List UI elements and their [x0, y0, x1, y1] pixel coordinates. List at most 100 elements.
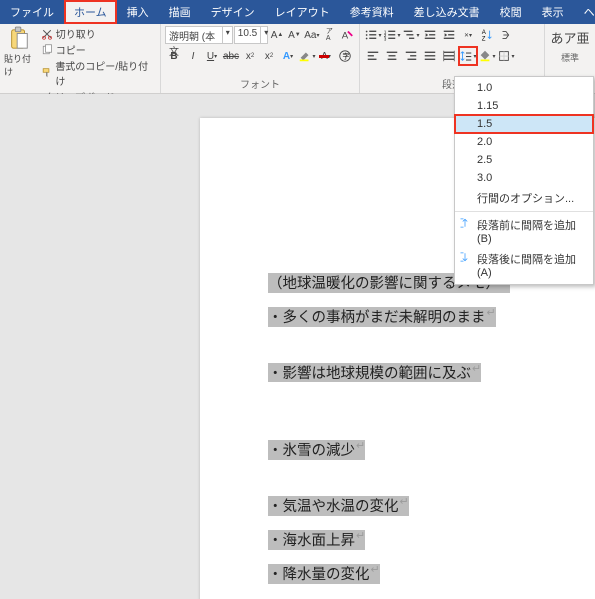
paragraph-mark: ↵ [356, 440, 365, 452]
paragraph-mark: ↵ [487, 307, 496, 319]
cut-button[interactable]: 切り取り [39, 26, 156, 41]
tab-ファイル[interactable]: ファイル [0, 0, 64, 24]
line-spacing-1.5[interactable]: 1.5 [455, 115, 593, 133]
highlight-button[interactable]: ▾ [298, 47, 316, 65]
line-spacing-1.0[interactable]: 1.0 [455, 79, 593, 97]
paste-icon [8, 26, 30, 52]
highlight-icon [298, 49, 312, 63]
enclose-char-button[interactable]: 字 [336, 47, 354, 65]
bold-button[interactable]: B [165, 47, 183, 65]
align-left-button[interactable] [364, 47, 382, 65]
distributed-icon [442, 49, 456, 63]
paragraph-mark: ↵ [371, 564, 380, 576]
distributed-button[interactable] [440, 47, 458, 65]
paragraph-mark: ↵ [472, 363, 481, 375]
document-line[interactable]: ・影響は地球規模の範囲に及ぶ↵ [268, 363, 481, 383]
enclose-char-icon: 字 [338, 49, 352, 63]
clear-formatting-button[interactable]: A [339, 26, 355, 44]
shading-icon [478, 49, 492, 63]
document-line[interactable]: ・氷雪の減少↵ [268, 440, 365, 460]
tab-表示[interactable]: 表示 [532, 0, 574, 24]
line-spacing-menu: 1.01.151.52.02.53.0行間のオプション... 段落前に間隔を追加(… [454, 76, 594, 285]
grow-font-button[interactable]: A▲ [269, 26, 285, 44]
increase-indent-button[interactable] [440, 26, 458, 44]
svg-text:3: 3 [384, 36, 387, 41]
copy-icon [41, 44, 53, 56]
multilevel-list-button[interactable]: ▾ [402, 26, 420, 44]
line-spacing-2.5[interactable]: 2.5 [455, 151, 593, 169]
paste-button[interactable]: 貼り付け [4, 26, 35, 88]
font-size-combo[interactable]: 10.5▾ [234, 26, 268, 44]
borders-button[interactable]: ▾ [497, 47, 515, 65]
decrease-indent-icon [423, 28, 437, 42]
borders-icon [497, 49, 511, 63]
bullets-icon [364, 28, 378, 42]
group-clipboard: 貼り付け 切り取り コピー 書式のコピー/貼り付け クリップボード [0, 24, 161, 93]
group-label-font: フォント [165, 75, 355, 93]
tab-レイアウト[interactable]: レイアウト [265, 0, 340, 24]
format-painter-icon [41, 67, 53, 79]
style-normal[interactable]: あア亜 標準 [549, 26, 591, 64]
font-name-combo[interactable]: 游明朝 (本文▾ [165, 26, 233, 44]
line-spacing-options[interactable]: 行間のオプション... [455, 187, 593, 209]
shading-button[interactable]: ▾ [478, 47, 496, 65]
align-center-button[interactable] [383, 47, 401, 65]
strikethrough-button[interactable]: abc [222, 47, 240, 65]
bullets-button[interactable]: ▾ [364, 26, 382, 44]
group-font: 游明朝 (本文▾ 10.5▾ A▲ A▼ Aa▾ アA A B I U▾ abc… [161, 24, 360, 93]
tab-ホーム[interactable]: ホーム [64, 0, 117, 24]
subscript-button[interactable]: x2 [241, 47, 259, 65]
svg-text:Z: Z [482, 35, 486, 42]
tab-差し込み文書[interactable]: 差し込み文書 [404, 0, 490, 24]
font-color-button[interactable]: A▾ [317, 47, 335, 65]
add-space-after[interactable]: 段落後に間隔を追加(A) [455, 248, 593, 282]
underline-button[interactable]: U▾ [203, 47, 221, 65]
tab-校閲[interactable]: 校閲 [490, 0, 532, 24]
italic-button[interactable]: I [184, 47, 202, 65]
line-spacing-3.0[interactable]: 3.0 [455, 169, 593, 187]
document-line[interactable]: ・海水面上昇↵ [268, 530, 365, 550]
sort-icon: AZ [480, 28, 494, 42]
paragraph-mark: ↵ [400, 496, 409, 508]
align-center-icon [385, 49, 399, 63]
tab-ヘルプ[interactable]: ヘルプ [574, 0, 595, 24]
tab-参考資料[interactable]: 参考資料 [340, 0, 404, 24]
asian-layout-button[interactable]: ✕▾ [459, 26, 477, 44]
copy-button[interactable]: コピー [39, 42, 156, 57]
align-right-button[interactable] [402, 47, 420, 65]
align-right-icon [404, 49, 418, 63]
change-case-button[interactable]: Aa▾ [304, 26, 320, 44]
numbering-icon: 123 [383, 28, 397, 42]
numbering-button[interactable]: 123▾ [383, 26, 401, 44]
document-line[interactable]: ・気温や水温の変化↵ [268, 496, 409, 516]
line-spacing-1.15[interactable]: 1.15 [455, 97, 593, 115]
line-spacing-icon [459, 49, 473, 63]
format-painter-button[interactable]: 書式のコピー/貼り付け [39, 58, 156, 88]
text-effects-button[interactable]: A▾ [279, 47, 297, 65]
show-marks-button[interactable] [497, 26, 515, 44]
add-space-after-icon [459, 251, 471, 263]
superscript-button[interactable]: x2 [260, 47, 278, 65]
tab-描画[interactable]: 描画 [159, 0, 201, 24]
line-spacing-button[interactable]: ▾ [459, 47, 477, 65]
line-spacing-2.0[interactable]: 2.0 [455, 133, 593, 151]
decrease-indent-button[interactable] [421, 26, 439, 44]
tab-デザイン[interactable]: デザイン [201, 0, 265, 24]
add-space-before[interactable]: 段落前に間隔を追加(B) [455, 214, 593, 248]
add-space-before-icon [459, 217, 471, 229]
sort-button[interactable]: AZ [478, 26, 496, 44]
tab-挿入[interactable]: 挿入 [117, 0, 159, 24]
shrink-font-button[interactable]: A▼ [286, 26, 302, 44]
document-line[interactable]: ・多くの事柄がまだ未解明のまま↵ [268, 307, 496, 327]
multilevel-icon [402, 28, 416, 42]
cut-icon [41, 28, 53, 40]
align-justify-button[interactable] [421, 47, 439, 65]
clear-formatting-icon: A [340, 28, 354, 42]
phonetic-guide-button[interactable]: アA [321, 26, 337, 44]
show-marks-icon [499, 28, 513, 42]
ribbon-tabs: ファイルホーム挿入描画デザインレイアウト参考資料差し込み文書校閲表示ヘルプ実行し… [0, 0, 595, 24]
document-line[interactable]: ・降水量の変化↵ [268, 564, 380, 584]
paste-label: 貼り付け [4, 52, 35, 78]
svg-text:字: 字 [342, 52, 349, 61]
align-justify-icon [423, 49, 437, 63]
